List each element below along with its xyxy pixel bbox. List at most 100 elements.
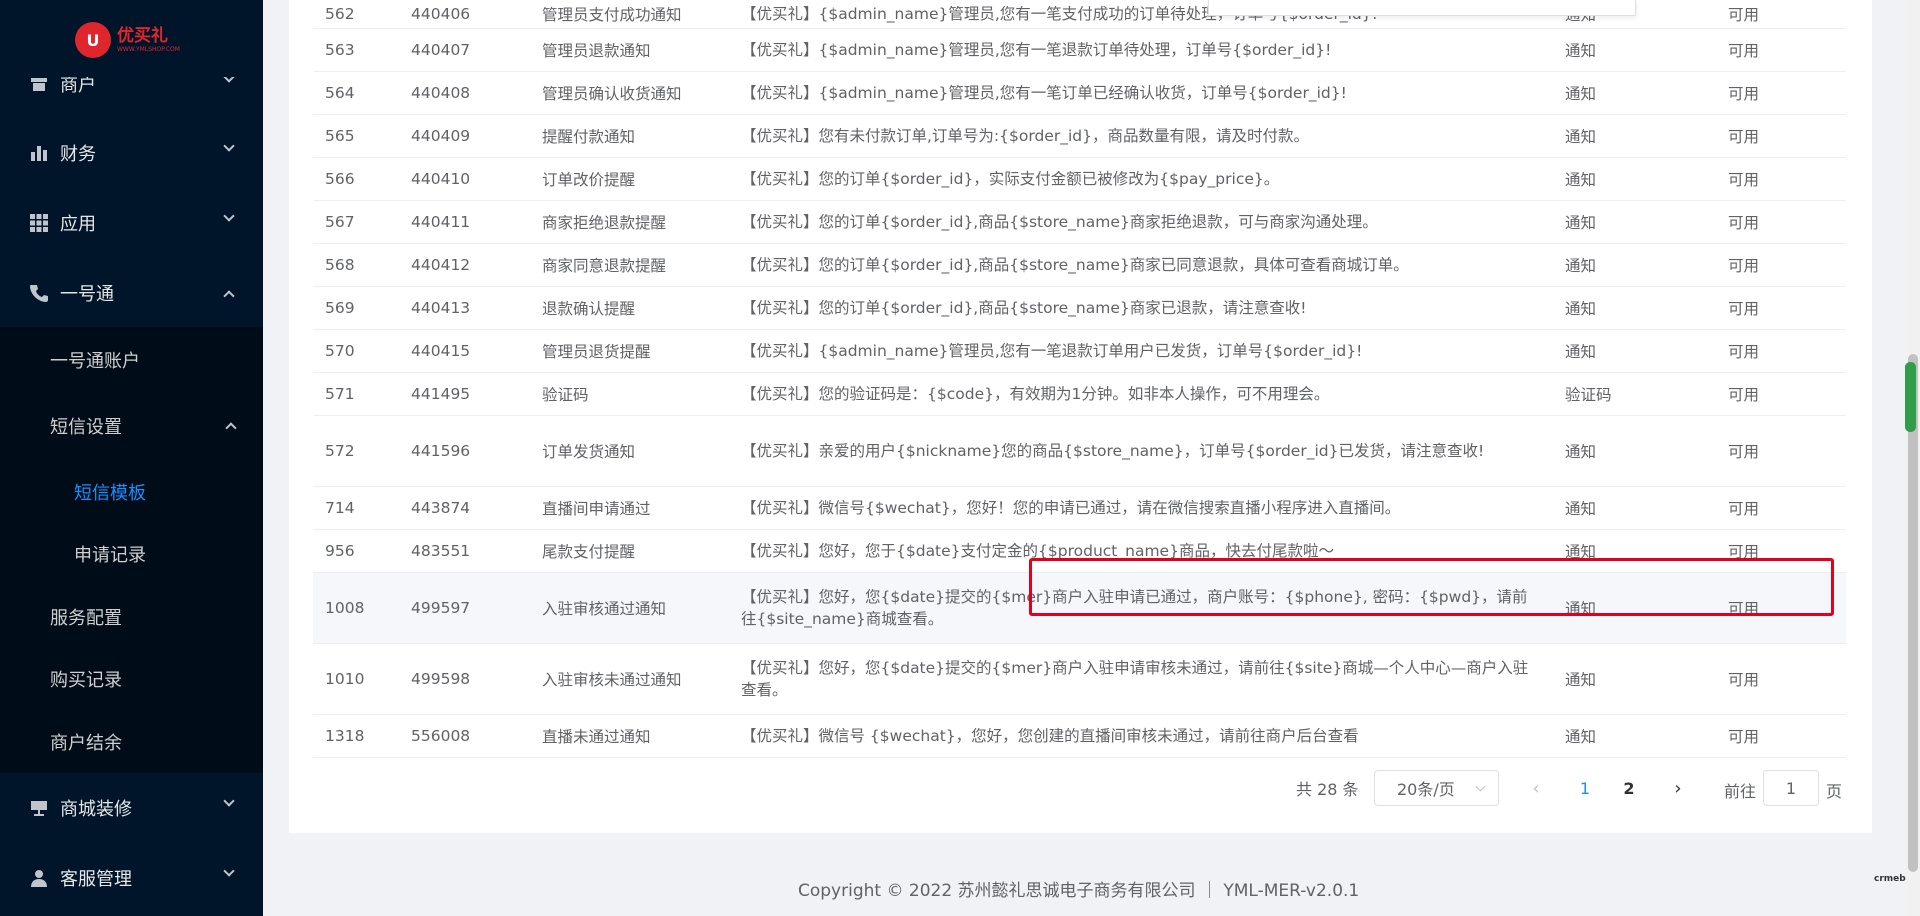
cell-id: 562	[313, 0, 399, 29]
table-row[interactable]: 570 440415 管理员退货提醒 【优买礼】{$admin_name}管理员,您有…	[313, 329, 1846, 373]
logo-title: 优买礼	[117, 25, 168, 46]
cell-content: 【优买礼】微信号 {$wechat}，您好，您创建的直播间审核未通过，请前往商户…	[729, 714, 1553, 758]
sidebar-item-apps[interactable]: 应用	[0, 192, 263, 254]
sidebar-submenu: 一号通账户 短信设置 短信模板 申请记录 服务配置 购买记录 商户结余	[0, 327, 263, 773]
cell-type: 通知	[1553, 415, 1716, 487]
table-row[interactable]: 956 483551 尾款支付提醒 【优买礼】您好，您于{$date}支付定金的{$p…	[313, 529, 1846, 573]
cell-id: 563	[313, 28, 399, 72]
chevron-down-icon	[223, 77, 235, 83]
chevron-up-icon	[225, 422, 237, 434]
cell-type: 通知	[1553, 200, 1716, 244]
cell-content: 【优买礼】微信号{$wechat}，您好！您的申请已通过，请在微信搜索直播小程序…	[729, 486, 1553, 530]
cell-code: 440415	[399, 329, 530, 373]
sidebar-item-service-config[interactable]: 服务配置	[0, 586, 263, 648]
goto-label: 前往	[1724, 782, 1757, 801]
cell-status: 可用	[1716, 529, 1846, 573]
goto-unit: 页	[1826, 782, 1843, 801]
sidebar-item-merchant-balance[interactable]: 商户结余	[0, 711, 263, 773]
chevron-down-icon	[1475, 781, 1486, 792]
table-row[interactable]: 564 440408 管理员确认收货通知 【优买礼】{$admin_name}管理员,…	[313, 71, 1846, 115]
sidebar-item-label: 应用	[60, 214, 96, 235]
sidebar-item-label: 一号通账户	[50, 351, 140, 372]
cell-status: 可用	[1716, 372, 1846, 416]
cell-status: 可用	[1716, 71, 1846, 115]
cell-content: 【优买礼】您好，您{$date}提交的{$mer}商户入驻申请审核未通过，请前往…	[729, 643, 1553, 715]
cell-code: 441596	[399, 415, 530, 487]
table-row[interactable]: 571 441495 验证码 【优买礼】您的验证码是：{$code}，有效期为1分钟。…	[313, 372, 1846, 416]
cell-content: 【优买礼】您有未付款订单,订单号为:{$order_id}，商品数量有限，请及时…	[729, 114, 1553, 158]
table-row[interactable]: 567 440411 商家拒绝退款提醒 【优买礼】您的订单{$order_id},商品…	[313, 200, 1846, 244]
page-1-button[interactable]: 1	[1570, 776, 1600, 800]
sidebar-item-customer-service[interactable]: 客服管理	[0, 847, 263, 909]
table-row[interactable]: 563 440407 管理员退款通知 【优买礼】{$admin_name}管理员,您有…	[313, 28, 1846, 72]
cell-id: 571	[313, 372, 399, 416]
cell-name: 管理员退货提醒	[530, 329, 729, 373]
cell-type: 通知	[1553, 643, 1716, 715]
table-row[interactable]: 566 440410 订单改价提醒 【优买礼】您的订单{$order_id}，实际支付…	[313, 157, 1846, 201]
table-row[interactable]: 565 440409 提醒付款通知 【优买礼】您有未付款订单,订单号为:{$order…	[313, 114, 1846, 158]
table-row[interactable]: 1318 556008 直播未通过通知 【优买礼】微信号 {$wechat}，您好，您…	[313, 714, 1846, 758]
next-page-button[interactable]: ›	[1666, 776, 1690, 800]
sidebar-item-mall-decoration[interactable]: 商城装修	[0, 777, 263, 839]
goto-page-input[interactable]	[1763, 770, 1819, 806]
chevron-down-icon	[223, 795, 235, 807]
cell-name: 直播间申请通过	[530, 486, 729, 530]
chevron-down-icon	[223, 865, 235, 877]
pagination-total: 共 28 条	[1296, 780, 1359, 799]
sidebar-item-sms-template[interactable]: 短信模板	[0, 461, 263, 523]
table-row[interactable]: 1010 499598 入驻审核未通过通知 【优买礼】您好，您{$date}提交的{$…	[313, 643, 1846, 715]
cell-type: 通知	[1553, 157, 1716, 201]
cell-code: 440407	[399, 28, 530, 72]
sms-template-table: 562 440406 管理员支付成功通知 【优买礼】{$admin_name}管理员,…	[313, 0, 1846, 758]
cell-name: 退款确认提醒	[530, 286, 729, 330]
cell-type: 通知	[1553, 529, 1716, 573]
sidebar-item-finance[interactable]: 财务	[0, 122, 263, 184]
cell-id: 572	[313, 415, 399, 487]
cell-status: 可用	[1716, 286, 1846, 330]
cell-type: 通知	[1553, 114, 1716, 158]
logo-mark: U	[75, 22, 111, 58]
table-row[interactable]: 569 440413 退款确认提醒 【优买礼】您的订单{$order_id},商品{$…	[313, 286, 1846, 330]
cell-content: 【优买礼】您好，您{$date}提交的{$mer}商户入驻申请已通过，商户账号：…	[729, 572, 1553, 644]
scroll-grip-widget[interactable]	[1905, 362, 1916, 432]
cell-name: 尾款支付提醒	[530, 529, 729, 573]
page-scrollbar[interactable]	[1906, 0, 1920, 916]
cell-type: 通知	[1553, 714, 1716, 758]
corner-logo: crmeb	[1874, 874, 1906, 884]
cell-name: 商家同意退款提醒	[530, 243, 729, 287]
cell-code: 499597	[399, 572, 530, 644]
prev-page-button[interactable]: ‹	[1524, 776, 1548, 800]
cell-status: 可用	[1716, 415, 1846, 487]
table-row[interactable]: 714 443874 直播间申请通过 【优买礼】微信号{$wechat}，您好！您的申…	[313, 486, 1846, 530]
sidebar-item-apply-records[interactable]: 申请记录	[0, 523, 263, 585]
sidebar-item-yihaotong-account[interactable]: 一号通账户	[0, 329, 263, 391]
cell-type: 通知	[1553, 572, 1716, 644]
sidebar-item-shop[interactable]: 商户	[0, 75, 263, 115]
sidebar-item-label: 商户	[60, 75, 96, 96]
table-row[interactable]: 1008 499597 入驻审核通过通知 【优买礼】您好，您{$date}提交的{$m…	[313, 572, 1846, 644]
table-row[interactable]: 568 440412 商家同意退款提醒 【优买礼】您的订单{$order_id},商品…	[313, 243, 1846, 287]
sidebar-item-purchase-records[interactable]: 购买记录	[0, 648, 263, 710]
cell-status: 可用	[1716, 0, 1846, 29]
cell-status: 可用	[1716, 643, 1846, 715]
page-2-button[interactable]: 2	[1614, 776, 1644, 800]
cell-code: 441495	[399, 372, 530, 416]
logo[interactable]: U 优买礼 WWW.YMLSHOP.COM	[75, 22, 180, 58]
sidebar-item-label: 短信模板	[74, 483, 146, 504]
table-row[interactable]: 572 441596 订单发货通知 【优买礼】亲爱的用户{$nickname}您的商品…	[313, 415, 1846, 487]
grid-icon	[28, 212, 50, 234]
sidebar-item-sms-settings[interactable]: 短信设置	[0, 395, 263, 457]
cell-code: 440411	[399, 200, 530, 244]
cell-code: 440410	[399, 157, 530, 201]
page-size-select[interactable]: 20条/页	[1374, 770, 1499, 806]
cell-status: 可用	[1716, 486, 1846, 530]
cell-content: 【优买礼】{$admin_name}管理员,您有一笔订单已经确认收货，订单号{$…	[729, 71, 1553, 115]
sidebar-item-label: 短信设置	[50, 417, 122, 438]
cell-id: 567	[313, 200, 399, 244]
cell-content: 【优买礼】{$admin_name}管理员,您有一笔退款订单待处理，订单号{$o…	[729, 28, 1553, 72]
cell-code: 440412	[399, 243, 530, 287]
cell-code: 443874	[399, 486, 530, 530]
cell-content: 【优买礼】您的订单{$order_id},商品{$store_name}商家拒绝…	[729, 200, 1553, 244]
sidebar-item-yihaotong[interactable]: 一号通	[0, 262, 263, 324]
sidebar-item-label: 服务配置	[50, 608, 122, 629]
